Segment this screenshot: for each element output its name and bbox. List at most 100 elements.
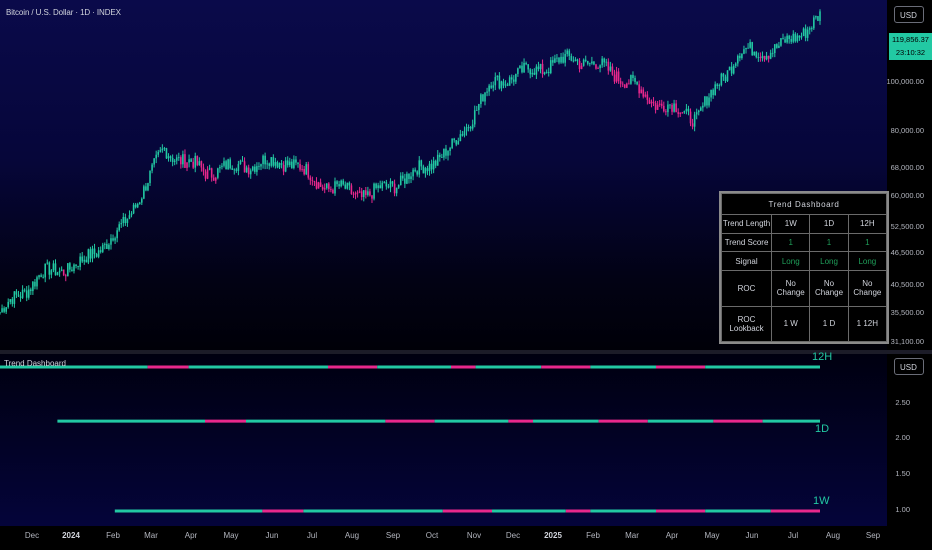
candle-body	[204, 171, 207, 179]
candle-body	[360, 191, 363, 198]
candle-body	[54, 263, 57, 276]
time-tick: 2024	[62, 531, 80, 540]
candle-body	[689, 111, 692, 124]
candle-body	[761, 55, 764, 59]
candle-body	[702, 105, 704, 108]
candle-body	[120, 222, 123, 225]
candle-body	[365, 190, 367, 195]
candle-body	[34, 281, 36, 287]
dashboard-header-cell: Trend Length	[720, 214, 773, 234]
candle-body	[802, 28, 805, 37]
time-tick: Oct	[425, 531, 439, 540]
candle-body	[769, 52, 772, 59]
candle-body	[229, 159, 231, 169]
candle-body	[412, 169, 414, 177]
candle-body	[463, 131, 466, 136]
candle-body	[741, 53, 743, 59]
candle-body	[182, 154, 184, 165]
candle-body	[239, 160, 242, 165]
candle-body	[64, 275, 67, 277]
candle-body	[496, 75, 499, 77]
candle-body	[712, 89, 714, 96]
time-tick: Jul	[306, 531, 318, 540]
candle-body	[95, 253, 98, 257]
candle-body	[272, 157, 275, 166]
candle-body	[556, 57, 558, 59]
candle-body	[143, 186, 145, 199]
candle-body	[73, 264, 75, 272]
candle-body	[773, 44, 776, 54]
candle-body	[539, 63, 542, 70]
candle-body	[362, 190, 365, 198]
candle-body	[291, 161, 293, 168]
current-price-badge: 119,856.37 23:10:32	[889, 33, 932, 60]
candle-body	[794, 33, 797, 42]
candle-body	[656, 104, 659, 110]
candle-body	[175, 157, 178, 161]
candle-body	[426, 168, 429, 172]
indicator-currency-button[interactable]: USD	[894, 358, 924, 375]
indicator-title[interactable]: Trend Dashboard	[4, 359, 66, 368]
candle-body	[739, 55, 741, 59]
currency-button[interactable]: USD	[894, 6, 924, 23]
trend-score-cell: 1	[809, 232, 849, 253]
candle-body	[1, 308, 3, 313]
candle-body	[286, 160, 289, 166]
candle-body	[87, 249, 90, 263]
candle-body	[210, 168, 213, 178]
candle-body	[484, 92, 486, 102]
candle-body	[328, 183, 330, 190]
candle-body	[313, 180, 316, 182]
candle-body	[334, 181, 336, 194]
candle-body	[116, 230, 118, 239]
candle-body	[153, 158, 155, 165]
dashboard-row-label: ROC	[720, 270, 773, 307]
candle-body	[303, 169, 305, 175]
price-tick: 80,000.00	[890, 126, 924, 135]
candle-body	[790, 39, 793, 42]
candle-body	[114, 238, 116, 241]
candle-body	[5, 307, 7, 312]
price-tick: 68,000.00	[890, 163, 924, 172]
price-tick: 40,500.00	[890, 280, 924, 289]
candle-body	[808, 28, 811, 30]
candle-body	[340, 180, 342, 187]
candle-body	[593, 61, 595, 65]
candle-body	[745, 47, 747, 50]
candle-body	[200, 161, 203, 168]
candle-body	[350, 185, 353, 194]
candle-body	[560, 56, 562, 63]
candle-body	[214, 177, 217, 181]
candle-body	[603, 58, 606, 63]
candle-body	[564, 54, 566, 63]
candle-body	[118, 224, 120, 231]
candle-body	[552, 60, 554, 63]
candle-body	[9, 299, 12, 302]
candle-body	[305, 164, 308, 175]
candle-body	[654, 103, 657, 110]
candle-body	[188, 159, 190, 163]
candle-body	[399, 175, 402, 185]
candle-body	[393, 183, 396, 194]
dashboard-header-cell: 12H	[847, 214, 888, 234]
candle-body	[157, 151, 160, 155]
time-tick: Sep	[385, 531, 401, 540]
candle-body	[632, 75, 634, 79]
candle-body	[97, 250, 100, 257]
candle-body	[582, 59, 585, 66]
candle-body	[628, 83, 630, 85]
candle-body	[545, 71, 548, 73]
signal-cell: Long	[847, 251, 888, 272]
candle-body	[295, 159, 297, 163]
candle-body	[810, 28, 813, 29]
candle-body	[500, 81, 503, 89]
candle-body	[716, 84, 719, 86]
signal-cell: Long	[771, 251, 811, 272]
candle-body	[457, 141, 460, 145]
candle-body	[658, 103, 661, 105]
candle-body	[241, 160, 244, 162]
candle-body	[813, 17, 815, 29]
candle-body	[683, 111, 686, 113]
candle-body	[323, 188, 326, 190]
candle-body	[13, 291, 16, 304]
